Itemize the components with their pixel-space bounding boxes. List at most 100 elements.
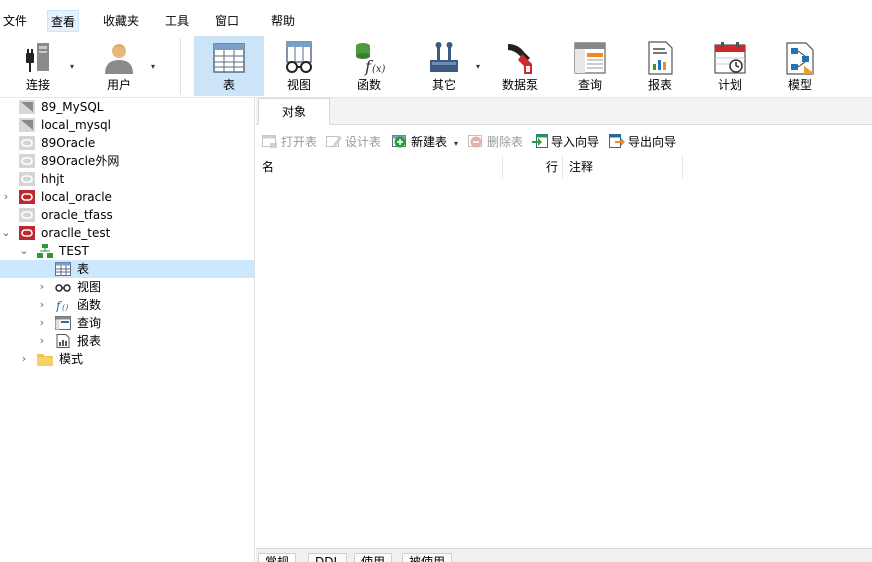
tree-item-label: 表 <box>77 262 90 276</box>
schedule-button[interactable]: 计划 <box>700 36 760 96</box>
tree-item-functions[interactable]: › f () 函数 <box>0 296 254 314</box>
chevron-down-icon[interactable]: ⌄ <box>0 224 12 242</box>
other-caret-icon[interactable]: ▾ <box>476 62 480 71</box>
connection-tree: 89_MySQL local_mysql 89Oracle 89Oracle外网 <box>0 98 255 562</box>
oracle-connected-icon <box>19 190 35 204</box>
report-small-icon <box>56 334 70 348</box>
menu-window[interactable]: 窗口 <box>212 10 242 32</box>
model-label: 模型 <box>787 78 812 92</box>
tree-item-label: 89Oracle外网 <box>41 154 120 168</box>
plug-icon <box>26 43 49 72</box>
delete-table-label: 删除表 <box>487 135 524 149</box>
tree-item-views[interactable]: › 视图 <box>0 278 254 296</box>
export-wizard-button[interactable]: 导出向导 <box>609 132 676 152</box>
table-small-icon <box>55 262 71 276</box>
column-header-rows[interactable]: 行 <box>503 156 563 178</box>
chevron-right-icon[interactable]: › <box>36 332 48 350</box>
import-wizard-label: 导入向导 <box>551 135 600 149</box>
tree-item-hhjt[interactable]: hhjt <box>0 170 254 188</box>
tree-item-oraclle-test[interactable]: ⌄ oraclle_test <box>0 224 254 242</box>
chevron-right-icon[interactable]: › <box>18 350 30 368</box>
menu-tools[interactable]: 工具 <box>162 10 192 32</box>
export-icon <box>609 134 625 148</box>
tab-uses[interactable]: 使用 <box>354 553 393 562</box>
data-pump-icon <box>508 44 532 74</box>
connect-button[interactable]: 连接 <box>8 36 68 96</box>
query-button[interactable]: 查询 <box>560 36 620 96</box>
function-small-icon: f () <box>55 299 68 312</box>
tree-item-reports[interactable]: › 报表 <box>0 332 254 350</box>
view-icon <box>286 41 312 73</box>
tree-item-89-mysql[interactable]: 89_MySQL <box>0 98 254 116</box>
new-table-dropdown[interactable]: ▾ <box>454 132 458 152</box>
tools-icon <box>430 42 458 72</box>
user-label: 用户 <box>106 78 131 92</box>
calendar-icon <box>714 42 746 74</box>
new-table-icon <box>392 135 406 148</box>
open-table-button[interactable]: 打开表 <box>262 132 317 152</box>
menu-view[interactable]: 查看 <box>47 10 80 32</box>
schema-icon <box>37 244 53 258</box>
tree-item-test-schema[interactable]: ⌄ TEST <box>0 242 254 260</box>
mysql-icon <box>19 118 35 132</box>
column-header-comment[interactable]: 注释 <box>563 156 683 178</box>
tree-item-label: 模式 <box>59 352 84 366</box>
toolbar-separator <box>180 38 181 94</box>
tab-used-by[interactable]: 被使用 <box>402 553 453 562</box>
column-header-name[interactable]: 名 <box>256 156 503 178</box>
chevron-right-icon[interactable]: › <box>36 314 48 332</box>
oracle-connected-icon <box>19 226 35 240</box>
tree-item-89oracle-external[interactable]: 89Oracle外网 <box>0 152 254 170</box>
tab-general[interactable]: 常规 <box>258 553 297 562</box>
mysql-icon <box>19 100 35 114</box>
design-table-button[interactable]: 设计表 <box>326 132 381 152</box>
tree-item-label: TEST <box>59 244 89 258</box>
tree-item-schemas[interactable]: › 模式 <box>0 350 254 368</box>
menu-favorites[interactable]: 收藏夹 <box>100 10 142 32</box>
object-list-area[interactable] <box>256 178 872 548</box>
connect-caret-icon[interactable]: ▾ <box>70 62 74 71</box>
function-button[interactable]: f (x) 函数 <box>338 36 400 96</box>
tree-item-local-oracle[interactable]: › local_oracle <box>0 188 254 206</box>
svg-text:(x): (x) <box>372 64 386 75</box>
delete-table-icon <box>468 135 482 148</box>
tree-item-label: local_mysql <box>41 118 111 132</box>
delete-table-button[interactable]: 删除表 <box>468 132 523 152</box>
tree-item-tables[interactable]: 表 <box>0 260 254 278</box>
tree-item-local-mysql[interactable]: local_mysql <box>0 116 254 134</box>
query-small-icon <box>55 316 71 330</box>
object-tab-bar: 对象 <box>256 98 872 125</box>
table-button[interactable]: 表 <box>194 36 264 96</box>
tree-item-label: 报表 <box>77 334 102 348</box>
data-pump-button[interactable]: 数据泵 <box>492 36 548 96</box>
open-table-icon <box>262 135 277 148</box>
table-label: 表 <box>222 78 235 92</box>
user-button[interactable]: 用户 <box>88 36 150 96</box>
tree-item-label: 89_MySQL <box>41 100 104 114</box>
new-table-button[interactable]: 新建表 <box>392 132 447 152</box>
chevron-right-icon[interactable]: › <box>36 278 48 296</box>
user-caret-icon[interactable]: ▾ <box>151 62 155 71</box>
tree-item-89oracle[interactable]: 89Oracle <box>0 134 254 152</box>
tab-ddl[interactable]: DDL <box>308 553 348 562</box>
object-toolbar: 打开表 设计表 新建表 ▾ 删除表 导入向导 导出向导 <box>256 130 872 154</box>
open-table-label: 打开表 <box>281 135 318 149</box>
menu-file[interactable]: 文件 <box>0 10 30 32</box>
menu-help[interactable]: 帮助 <box>268 10 298 32</box>
chevron-down-icon[interactable]: ⌄ <box>18 242 30 260</box>
tab-objects[interactable]: 对象 <box>258 98 330 125</box>
import-wizard-button[interactable]: 导入向导 <box>532 132 599 152</box>
view-button[interactable]: 视图 <box>268 36 330 96</box>
other-button[interactable]: 其它 <box>412 36 476 96</box>
object-list-header: 名 行 注释 <box>256 156 872 178</box>
tree-item-oracle-tfass[interactable]: oracle_tfass <box>0 206 254 224</box>
data-pump-label: 数据泵 <box>501 78 538 92</box>
chevron-right-icon[interactable]: › <box>36 296 48 314</box>
chevron-right-icon[interactable]: › <box>0 188 12 206</box>
tree-item-queries[interactable]: › 查询 <box>0 314 254 332</box>
oracle-icon <box>19 136 35 150</box>
user-icon <box>105 44 133 74</box>
model-button[interactable]: 模型 <box>770 36 830 96</box>
report-button[interactable]: 报表 <box>630 36 690 96</box>
new-table-label: 新建表 <box>411 135 448 149</box>
